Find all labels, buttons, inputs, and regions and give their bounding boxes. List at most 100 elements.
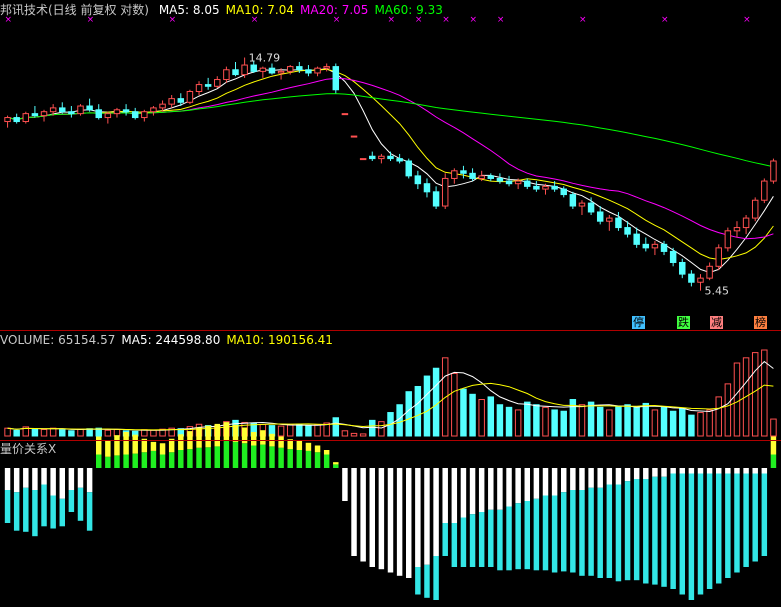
- candle: [13, 117, 20, 123]
- indicator-bar: [551, 495, 558, 573]
- volume-bar: [751, 352, 759, 437]
- event-tag-0[interactable]: 停: [632, 316, 645, 329]
- event-tag-3[interactable]: 榜: [754, 316, 767, 329]
- candle: [478, 175, 485, 179]
- indicator-bar: [50, 495, 56, 529]
- volume-bar: [505, 406, 513, 437]
- indicator-bar: [59, 468, 65, 499]
- candle: [223, 69, 230, 81]
- indicator-bar: [442, 468, 448, 523]
- candle: [350, 135, 358, 138]
- indicator-bar: [150, 441, 157, 451]
- volume-bar: [369, 419, 376, 437]
- indicator-bar: [542, 468, 549, 496]
- candle: [587, 202, 595, 213]
- indicator-bar: [624, 481, 631, 581]
- event-tag-1[interactable]: 跌: [677, 316, 690, 329]
- indicator-bar: [223, 422, 230, 441]
- candle: [560, 188, 567, 196]
- indicator-bar: [123, 432, 129, 455]
- candle: [332, 66, 340, 91]
- indicator-bar: [633, 468, 640, 479]
- indicator-bar: [296, 450, 303, 468]
- indicator-bar: [415, 567, 421, 595]
- candle: [669, 250, 677, 263]
- indicator-bar: [716, 473, 722, 584]
- candle: [387, 155, 394, 160]
- indicator-bar: [333, 462, 339, 465]
- volume-bar: [405, 391, 412, 437]
- indicator-bar: [205, 425, 211, 448]
- indicator-bar: [196, 427, 202, 448]
- signal-marker: ×: [579, 15, 587, 25]
- indicator-bar: [570, 468, 576, 490]
- indicator-bar: [688, 473, 695, 600]
- candle: [451, 170, 458, 179]
- volume-bar: [669, 410, 677, 437]
- candle: [715, 247, 722, 267]
- indicator-bar: [624, 468, 631, 482]
- volume-bar: [524, 401, 531, 437]
- candle: [724, 230, 732, 249]
- candle: [414, 175, 422, 185]
- indicator-bar: [132, 434, 138, 454]
- volume-bar: [715, 396, 722, 437]
- candle: [660, 243, 668, 252]
- indicator-bar: [488, 468, 494, 510]
- volume-bar: [560, 410, 567, 437]
- volume-bar: [706, 409, 713, 437]
- volume-bar: [606, 409, 613, 437]
- volume-bar: [624, 404, 631, 437]
- indicator-bar: [652, 468, 658, 477]
- candle: [733, 227, 741, 232]
- signal-marker: ×: [497, 15, 505, 25]
- indicator-bar: [23, 487, 29, 532]
- indicator-bar: [761, 468, 768, 474]
- candle: [359, 158, 367, 161]
- indicator-header: 量价关系X: [0, 441, 62, 457]
- indicator-bar: [278, 436, 284, 448]
- indicator-bar: [269, 446, 275, 468]
- volume-bar: [378, 421, 385, 437]
- indicator-bar: [196, 447, 202, 468]
- indicator-bar: [114, 455, 120, 468]
- indicator-bar: [606, 484, 613, 578]
- candle: [751, 199, 759, 219]
- indicator-bar: [251, 432, 257, 446]
- indicator-bar: [123, 454, 129, 468]
- panel-separator: [0, 330, 781, 331]
- high-price-label: 14.79: [249, 52, 281, 65]
- candle: [86, 105, 93, 111]
- indicator-bar: [296, 441, 303, 450]
- candle: [49, 107, 57, 113]
- indicator-bar: [743, 473, 749, 567]
- volume-bar: [679, 408, 686, 437]
- volume-bar: [286, 424, 294, 437]
- candle: [305, 69, 312, 74]
- volume-legend-item-2: MA10: 190156.41: [226, 333, 333, 347]
- indicator-bar: [606, 468, 613, 485]
- indicator-bar: [13, 492, 20, 531]
- candle: [241, 64, 248, 76]
- candle: [642, 243, 650, 249]
- indicator-bar: [13, 468, 20, 493]
- indicator-bar: [406, 468, 412, 578]
- indicator-bar: [314, 445, 321, 453]
- candle: [706, 265, 713, 279]
- indicator-bar: [141, 452, 148, 468]
- indicator-bar: [579, 468, 585, 490]
- indicator-bar: [615, 468, 622, 485]
- signal-marker: ×: [661, 15, 669, 25]
- indicator-bar: [41, 484, 47, 527]
- indicator-bar: [323, 454, 330, 468]
- indicator-bar: [597, 487, 603, 578]
- event-tag-2[interactable]: 减: [710, 316, 723, 329]
- indicator-bar: [588, 487, 594, 576]
- volume-bar: [615, 405, 622, 437]
- indicator-bar: [478, 468, 485, 512]
- volume-bar: [496, 404, 504, 437]
- indicator-bar: [314, 452, 321, 468]
- volume-bar: [350, 432, 358, 437]
- chart-canvas: 14.795.45× × × × × × × × × × × × ×: [4, 15, 777, 600]
- volume-bar: [31, 428, 39, 437]
